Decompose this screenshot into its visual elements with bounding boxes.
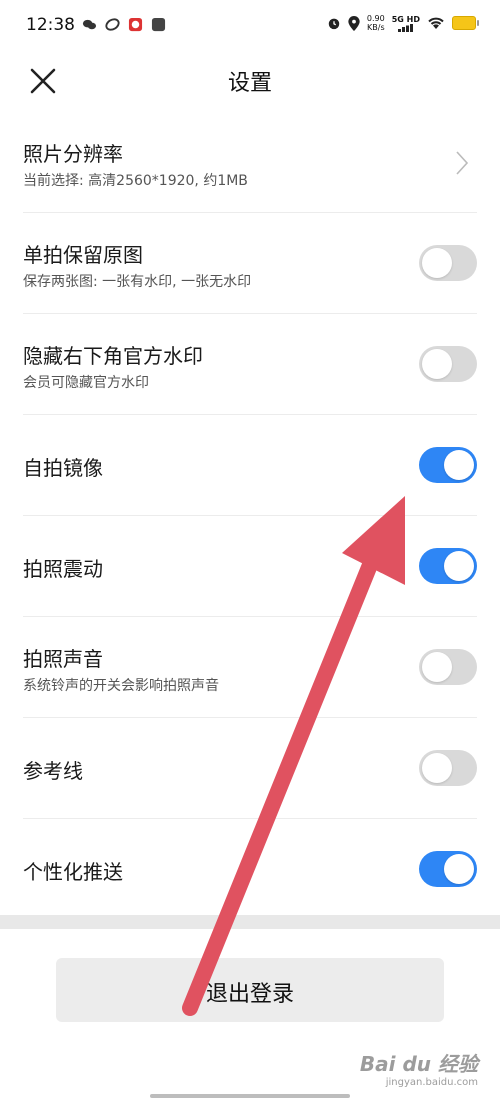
setting-subtitle: 当前选择: 高清2560*1920, 约1MB bbox=[23, 173, 248, 189]
setting-title: 照片分辨率 bbox=[23, 142, 123, 166]
baidu-jingyan-watermark: Bai du 经验 jingyan.baidu.com bbox=[360, 1048, 478, 1088]
toggle-knob bbox=[422, 248, 452, 278]
header: 设置 bbox=[0, 52, 500, 112]
app-badge-icon bbox=[128, 17, 143, 32]
network-label: 5G HD bbox=[391, 14, 420, 24]
location-icon bbox=[348, 15, 360, 31]
toggle-knob bbox=[422, 349, 452, 379]
setting-photo-resolution[interactable]: 照片分辨率 当前选择: 高清2560*1920, 约1MB bbox=[23, 112, 477, 213]
toggle-knob bbox=[444, 854, 474, 884]
toggle-knob bbox=[422, 753, 452, 783]
toggle-hide-watermark[interactable] bbox=[419, 346, 477, 382]
settings-list: 照片分辨率 当前选择: 高清2560*1920, 约1MB 单拍保留原图 保存两… bbox=[0, 112, 500, 919]
toggle-knob bbox=[444, 450, 474, 480]
toggle-knob bbox=[422, 652, 452, 682]
setting-shutter-vibration: 拍照震动 bbox=[23, 516, 477, 617]
alarm-icon bbox=[328, 18, 340, 30]
app-icon bbox=[105, 18, 120, 31]
logout-label: 退出登录 bbox=[205, 982, 294, 1007]
chevron-right-icon bbox=[456, 151, 469, 175]
toggle-shutter-sound[interactable] bbox=[419, 649, 477, 685]
toggle-personalized-push[interactable] bbox=[419, 851, 477, 887]
signal-icon bbox=[397, 23, 413, 32]
wechat-icon bbox=[82, 19, 97, 30]
toggle-knob bbox=[444, 551, 474, 581]
setting-subtitle: 系统铃声的开关会影响拍照声音 bbox=[23, 678, 219, 694]
section-divider bbox=[0, 915, 500, 929]
square-icon bbox=[151, 17, 166, 32]
setting-grid-lines: 参考线 bbox=[23, 718, 477, 819]
page-title: 设置 bbox=[227, 71, 272, 96]
setting-title: 个性化推送 bbox=[23, 860, 123, 884]
setting-selfie-mirror: 自拍镜像 bbox=[23, 415, 477, 516]
home-indicator[interactable] bbox=[150, 1094, 350, 1098]
setting-title: 隐藏右下角官方水印 bbox=[23, 344, 203, 368]
setting-title: 参考线 bbox=[23, 759, 83, 783]
toggle-grid-lines[interactable] bbox=[419, 750, 477, 786]
speed-value: 0.90 bbox=[366, 14, 385, 23]
setting-subtitle: 保存两张图: 一张有水印, 一张无水印 bbox=[23, 274, 252, 290]
setting-personalized-push: 个性化推送 bbox=[23, 819, 477, 919]
status-time: 12:38 bbox=[26, 15, 75, 35]
setting-keep-original: 单拍保留原图 保存两张图: 一张有水印, 一张无水印 bbox=[23, 213, 477, 314]
watermark-url: jingyan.baidu.com bbox=[385, 1077, 478, 1088]
setting-shutter-sound: 拍照声音 系统铃声的开关会影响拍照声音 bbox=[23, 617, 477, 718]
setting-title: 自拍镜像 bbox=[23, 456, 103, 480]
setting-subtitle: 会员可隐藏官方水印 bbox=[23, 375, 149, 391]
toggle-keep-original[interactable] bbox=[419, 245, 477, 281]
toggle-shutter-vibration[interactable] bbox=[419, 548, 477, 584]
setting-hide-watermark: 隐藏右下角官方水印 会员可隐藏官方水印 bbox=[23, 314, 477, 415]
logout-button[interactable]: 退出登录 bbox=[56, 958, 444, 1022]
setting-title: 单拍保留原图 bbox=[23, 243, 143, 267]
toggle-selfie-mirror[interactable] bbox=[419, 447, 477, 483]
wifi-icon bbox=[428, 17, 444, 29]
setting-title: 拍照声音 bbox=[23, 647, 103, 671]
battery-icon bbox=[452, 16, 479, 30]
status-bar: 12:38 0.90 KB/s 5G HD bbox=[0, 0, 500, 52]
setting-title: 拍照震动 bbox=[23, 557, 103, 581]
watermark-brand: Bai du 经验 bbox=[359, 1052, 478, 1076]
speed-unit: KB/s bbox=[367, 23, 385, 32]
